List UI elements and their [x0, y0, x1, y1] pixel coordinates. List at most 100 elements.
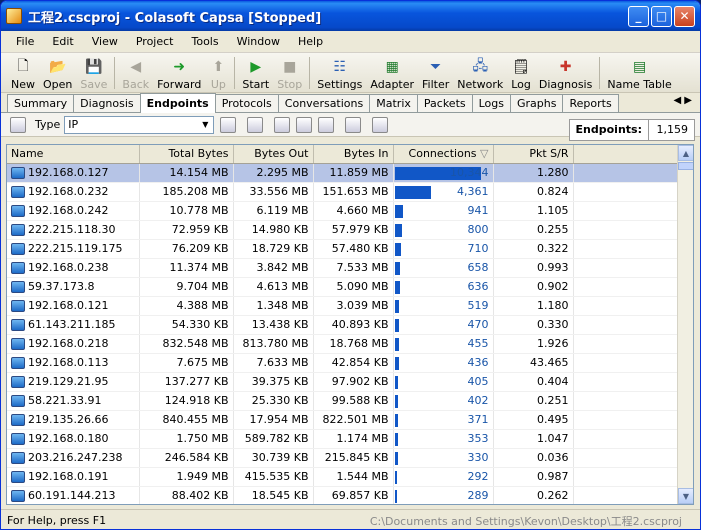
view-detail-icon[interactable]: [247, 116, 264, 133]
menu-tools[interactable]: Tools: [182, 35, 227, 48]
table-row[interactable]: 192.168.0.232 185.208 MB 33.556 MB 151.653 …: [7, 182, 680, 202]
tab-conversations[interactable]: Conversations: [277, 94, 371, 112]
cell-bytes-out: 813.780 MB: [233, 334, 314, 354]
tab-packets[interactable]: Packets: [416, 94, 473, 112]
table-row[interactable]: 58.221.33.91 124.918 KB 25.330 KB 99.588 KB…: [7, 391, 680, 411]
up-button[interactable]: ⬆ Up: [205, 55, 231, 91]
cell-filler: [573, 334, 680, 354]
table-row[interactable]: 192.168.0.180 1.750 MB 589.782 KB 1.174 MB 3…: [7, 429, 680, 449]
cell-filler: [573, 486, 680, 504]
cell-filler: [573, 277, 680, 297]
new-button[interactable]: 🗋 New: [7, 55, 39, 91]
table-header: Name Total Bytes Bytes Out Bytes In Conn…: [7, 145, 680, 164]
menu-edit[interactable]: Edit: [43, 35, 82, 48]
resolve-icon[interactable]: [318, 116, 335, 133]
cell-total-bytes: 1.750 MB: [139, 429, 234, 449]
computer-icon: [11, 490, 25, 502]
tab-protocols[interactable]: Protocols: [214, 94, 279, 112]
cell-name: 192.168.0.127: [7, 163, 140, 183]
start-button[interactable]: ▶ Start: [238, 55, 273, 91]
column-header-connections[interactable]: Connections ▽: [393, 145, 494, 164]
table-row[interactable]: 192.168.0.238 11.374 MB 3.842 MB 7.533 MB 65…: [7, 258, 680, 278]
refresh-icon[interactable]: [372, 116, 389, 133]
chevron-down-icon[interactable]: ▼: [198, 118, 212, 132]
forward-button[interactable]: ➜ Forward: [153, 55, 205, 91]
table-row[interactable]: 192.168.0.191 1.949 MB 415.535 KB 1.544 MB 2…: [7, 467, 680, 487]
tab-matrix[interactable]: Matrix: [369, 94, 418, 112]
log-button[interactable]: 🗒 Log: [507, 55, 535, 91]
tab-summary[interactable]: Summary: [7, 94, 75, 112]
table-row[interactable]: 61.143.211.185 54.330 KB 13.438 KB 40.893 K…: [7, 315, 680, 335]
column-header-bytes-out[interactable]: Bytes Out: [233, 145, 314, 164]
network-button[interactable]: 🖧 Network: [453, 55, 507, 91]
tab-endpoints[interactable]: Endpoints: [139, 93, 216, 113]
menu-help[interactable]: Help: [289, 35, 332, 48]
export-icon[interactable]: [296, 116, 313, 133]
open-button[interactable]: 📂 Open: [39, 55, 76, 91]
stop-button[interactable]: ■ Stop: [273, 55, 306, 91]
table-row[interactable]: 219.129.21.95 137.277 KB 39.375 KB 97.902 K…: [7, 372, 680, 392]
column-header-pkt-sr[interactable]: Pkt S/R: [493, 145, 574, 164]
table-row[interactable]: 192.168.0.121 4.388 MB 1.348 MB 3.039 MB 519…: [7, 296, 680, 316]
computer-icon: [11, 224, 25, 236]
scroll-down-icon[interactable]: ▼: [678, 488, 693, 504]
toolbar-separator: [114, 57, 116, 89]
cell-filler: [573, 296, 680, 316]
diagnosis-button[interactable]: ✚ Diagnosis: [535, 55, 596, 91]
tab-graphs[interactable]: Graphs: [510, 94, 564, 112]
settings-button[interactable]: ☷ Settings: [313, 55, 366, 91]
table-row[interactable]: 203.216.247.238 246.584 KB 30.739 KB 215.84…: [7, 448, 680, 468]
cell-connections: 289: [393, 486, 494, 504]
table-row[interactable]: 222.215.119.175 76.209 KB 18.729 KB 57.480 …: [7, 239, 680, 259]
cell-filler: [573, 239, 680, 259]
tab-logs[interactable]: Logs: [471, 94, 511, 112]
connections-bar: [394, 299, 399, 313]
table-row[interactable]: 192.168.0.218 832.548 MB 813.780 MB 18.768 …: [7, 334, 680, 354]
column-header-name[interactable]: Name: [7, 145, 140, 164]
cell-name: 219.135.26.66: [7, 410, 140, 430]
add-node-icon[interactable]: [274, 116, 291, 133]
window-title: 工程2.cscproj - Colasoft Capsa [Stopped]: [28, 10, 322, 26]
cell-connections: 636: [393, 277, 494, 297]
column-header-bytes-in[interactable]: Bytes In: [313, 145, 394, 164]
close-button[interactable]: ✕: [674, 5, 695, 27]
log-icon: 🗒: [512, 59, 530, 75]
tab-diagnosis[interactable]: Diagnosis: [73, 94, 141, 112]
adapter-button[interactable]: ▦ Adapter: [366, 55, 418, 91]
connections-bar: [394, 280, 400, 294]
table-row[interactable]: 222.215.118.30 72.959 KB 14.980 KB 57.979 K…: [7, 220, 680, 240]
type-select[interactable]: IP ▼: [64, 115, 215, 134]
tab-scroll-arrows[interactable]: ◀ ▶: [673, 95, 692, 106]
menu-file[interactable]: File: [7, 35, 43, 48]
scroll-thumb[interactable]: [678, 162, 693, 170]
menu-view[interactable]: View: [83, 35, 127, 48]
cell-connections: 4,361: [393, 182, 494, 202]
title-bar[interactable]: 工程2.cscproj - Colasoft Capsa [Stopped] _…: [1, 1, 700, 31]
back-button[interactable]: ◀ Back: [118, 55, 153, 91]
table-row[interactable]: 59.37.173.8 9.704 MB 4.613 MB 5.090 MB 636 0.…: [7, 277, 680, 297]
table-row[interactable]: 192.168.0.127 14.154 MB 2.295 MB 11.859 MB 1…: [7, 163, 680, 183]
tab-reports[interactable]: Reports: [562, 94, 619, 112]
minimize-button[interactable]: _: [628, 5, 649, 27]
table-row[interactable]: 192.168.0.113 7.675 MB 7.633 MB 42.854 KB 43…: [7, 353, 680, 373]
columns-icon[interactable]: [345, 116, 362, 133]
menu-window[interactable]: Window: [228, 35, 289, 48]
table-row[interactable]: 219.135.26.66 840.455 MB 17.954 MB 822.501 …: [7, 410, 680, 430]
scroll-up-icon[interactable]: ▲: [678, 145, 693, 161]
menu-project[interactable]: Project: [127, 35, 183, 48]
cell-connections: 658: [393, 258, 494, 278]
cell-total-bytes: 840.455 MB: [139, 410, 234, 430]
maximize-button[interactable]: □: [651, 5, 672, 27]
save-button[interactable]: 💾 Save: [76, 55, 111, 91]
cell-name: 203.216.247.238: [7, 448, 140, 468]
table-row[interactable]: 192.168.0.242 10.778 MB 6.119 MB 4.660 MB 94…: [7, 201, 680, 221]
cell-pkt-sr: 0.255: [493, 220, 574, 240]
name-table-button[interactable]: ▤ Name Table: [603, 55, 675, 91]
filter-button[interactable]: ⏷ Filter: [418, 55, 453, 91]
table-row[interactable]: 60.191.144.213 88.402 KB 18.545 KB 69.857 K…: [7, 486, 680, 504]
column-header-total-bytes[interactable]: Total Bytes: [139, 145, 234, 164]
vertical-scrollbar[interactable]: ▲ ▼: [677, 145, 693, 504]
save-view-icon[interactable]: [10, 116, 26, 133]
column-header-filler: [573, 145, 680, 164]
node-group-icon[interactable]: [220, 116, 237, 133]
